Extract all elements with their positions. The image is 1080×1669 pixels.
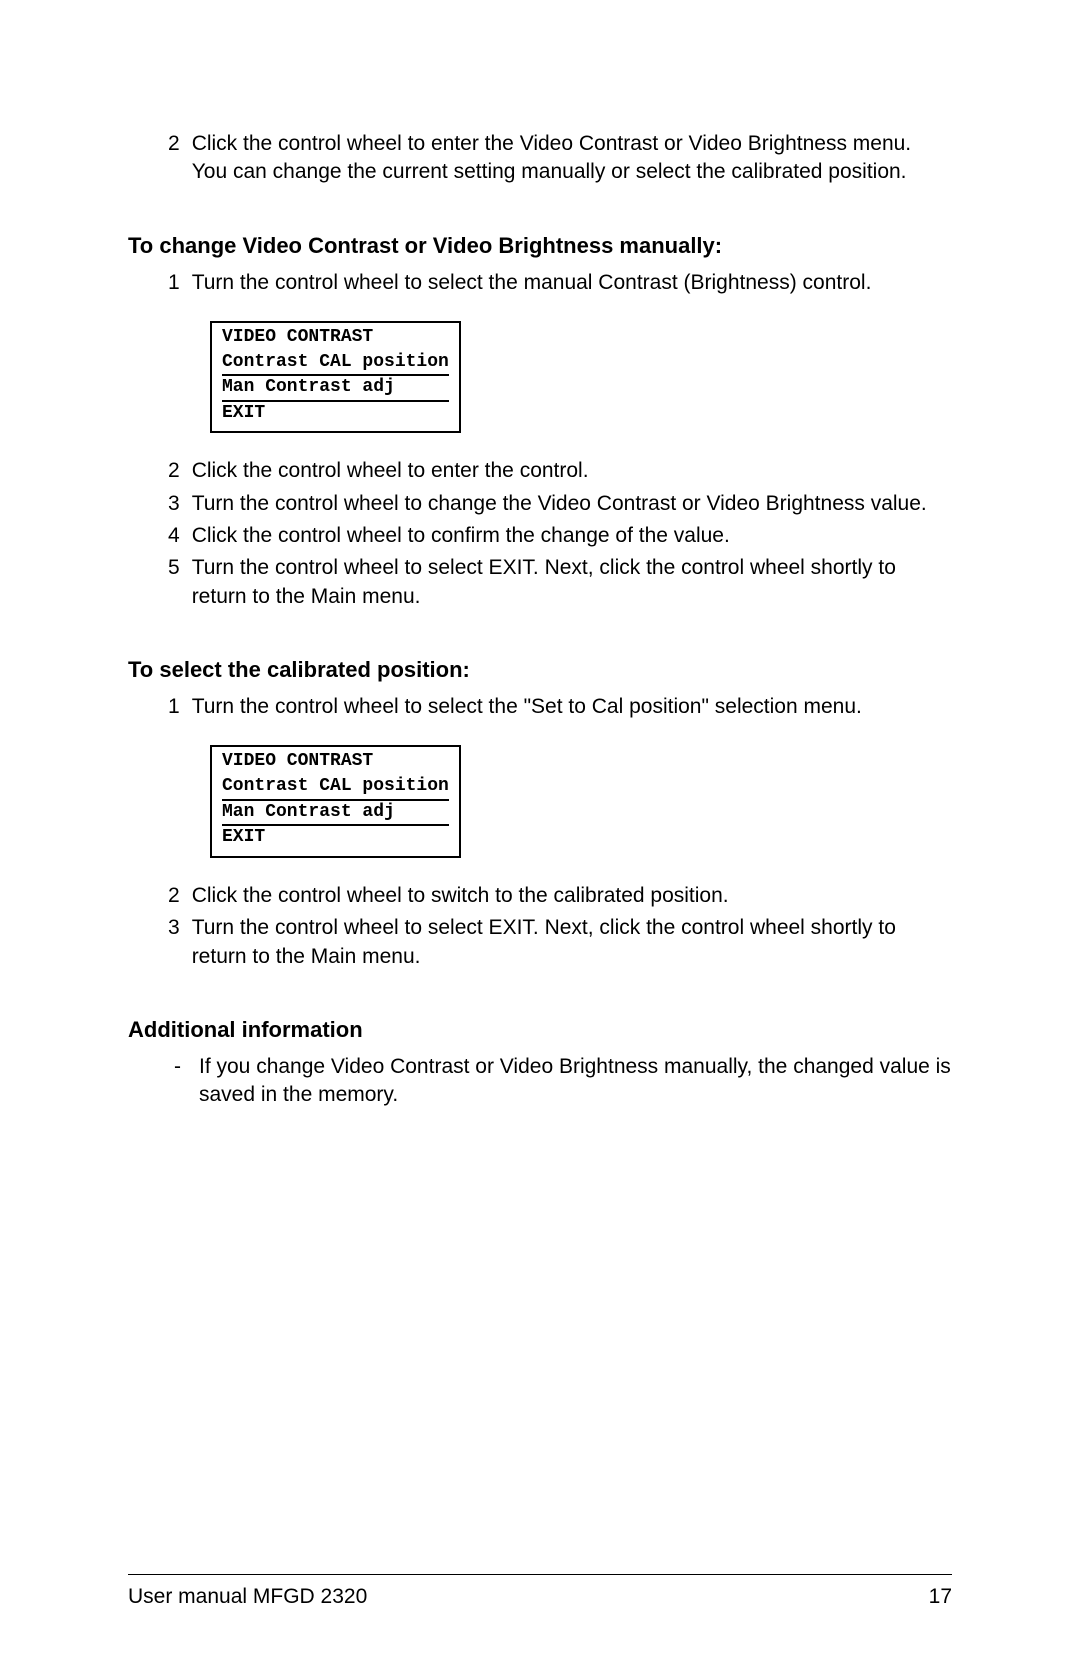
menu-line: Contrast CAL position bbox=[222, 351, 449, 377]
list-number: 5 bbox=[128, 554, 192, 611]
list-number: 3 bbox=[128, 490, 192, 518]
list-text: Click the control wheel to enter the Vid… bbox=[192, 130, 952, 187]
additional-bullet: - If you change Video Contrast or Video … bbox=[128, 1053, 952, 1110]
section2-step-1: 1 Turn the control wheel to select the "… bbox=[128, 693, 952, 721]
menu-line: EXIT bbox=[222, 826, 449, 850]
bullet-text: If you change Video Contrast or Video Br… bbox=[199, 1053, 952, 1110]
section1-step-3: 3 Turn the control wheel to change the V… bbox=[128, 490, 952, 518]
section1-step-4: 4 Click the control wheel to confirm the… bbox=[128, 522, 952, 550]
menu-title: VIDEO CONTRAST bbox=[222, 327, 449, 351]
list-text: Turn the control wheel to select EXIT. N… bbox=[192, 554, 952, 611]
page-footer: User manual MFGD 2320 17 bbox=[128, 1574, 952, 1609]
menu-line: EXIT bbox=[222, 402, 449, 426]
section2-step-2: 2 Click the control wheel to switch to t… bbox=[128, 882, 952, 910]
list-number: 2 bbox=[128, 130, 192, 187]
list-number: 2 bbox=[128, 882, 192, 910]
section1-step-1: 1 Turn the control wheel to select the m… bbox=[128, 269, 952, 297]
footer-left: User manual MFGD 2320 bbox=[128, 1585, 367, 1609]
menu-box-1: VIDEO CONTRAST Contrast CAL position Man… bbox=[210, 321, 461, 433]
list-number: 3 bbox=[128, 914, 192, 971]
list-text: Turn the control wheel to select the "Se… bbox=[192, 693, 952, 721]
list-text: Click the control wheel to confirm the c… bbox=[192, 522, 952, 550]
page-content: 2 Click the control wheel to enter the V… bbox=[128, 130, 952, 1110]
section1-step-5: 5 Turn the control wheel to select EXIT.… bbox=[128, 554, 952, 611]
list-number: 4 bbox=[128, 522, 192, 550]
list-text: Click the control wheel to switch to the… bbox=[192, 882, 952, 910]
heading-calibrated: To select the calibrated position: bbox=[128, 657, 952, 683]
intro-step-2: 2 Click the control wheel to enter the V… bbox=[128, 130, 952, 187]
menu-line: Man Contrast adj bbox=[222, 801, 449, 827]
bullet-marker: - bbox=[128, 1053, 199, 1110]
list-number: 1 bbox=[128, 693, 192, 721]
menu-line: Contrast CAL position bbox=[222, 775, 449, 801]
heading-change-manually: To change Video Contrast or Video Bright… bbox=[128, 233, 952, 259]
menu-box-2: VIDEO CONTRAST Contrast CAL position Man… bbox=[210, 745, 461, 857]
list-number: 1 bbox=[128, 269, 192, 297]
list-number: 2 bbox=[128, 457, 192, 485]
section2-step-3: 3 Turn the control wheel to select EXIT.… bbox=[128, 914, 952, 971]
list-text: Turn the control wheel to select the man… bbox=[192, 269, 952, 297]
list-text: Click the control wheel to enter the con… bbox=[192, 457, 952, 485]
footer-page-number: 17 bbox=[929, 1585, 952, 1609]
menu-line: Man Contrast adj bbox=[222, 376, 449, 402]
heading-additional: Additional information bbox=[128, 1017, 952, 1043]
menu-title: VIDEO CONTRAST bbox=[222, 751, 449, 775]
section1-step-2: 2 Click the control wheel to enter the c… bbox=[128, 457, 952, 485]
footer-rule bbox=[128, 1574, 952, 1575]
footer-row: User manual MFGD 2320 17 bbox=[128, 1585, 952, 1609]
list-text: Turn the control wheel to select EXIT. N… bbox=[192, 914, 952, 971]
list-text: Turn the control wheel to change the Vid… bbox=[192, 490, 952, 518]
